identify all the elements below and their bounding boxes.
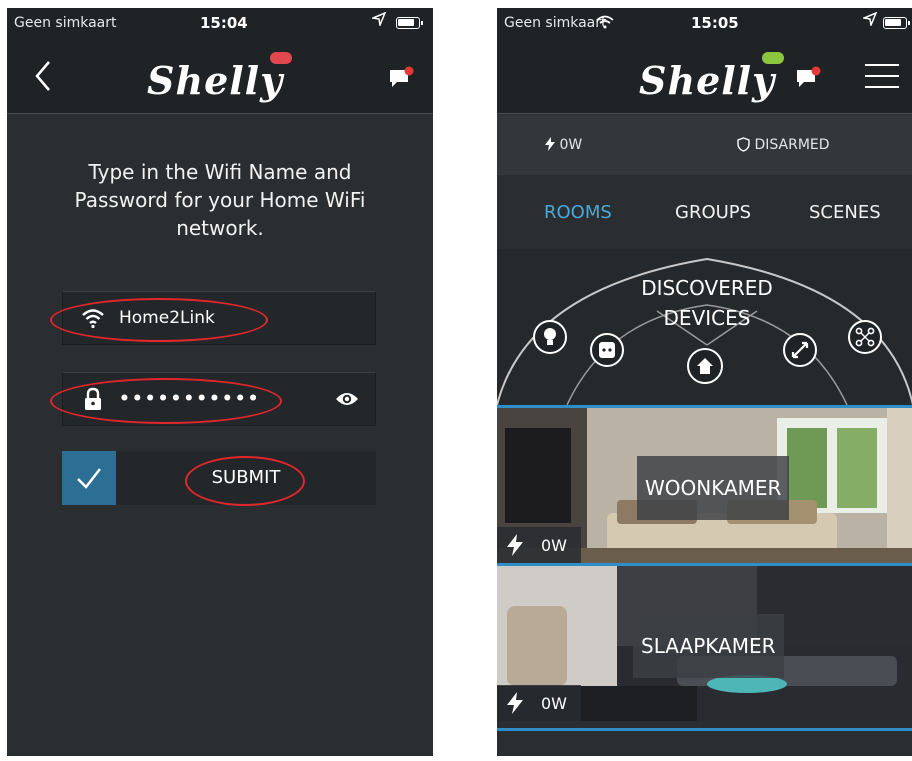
annotation-oval-submit (185, 456, 305, 506)
room-name-slaapkamer: SLAAPKAMER (633, 614, 784, 678)
clock: 15:05 (691, 14, 739, 32)
bottom-bar (497, 728, 912, 756)
eye-icon[interactable] (335, 389, 359, 409)
plug-icon (590, 333, 624, 367)
hamburger-menu-icon[interactable] (865, 64, 899, 90)
checkmark-icon (77, 468, 101, 489)
tab-groups[interactable]: GROUPS (675, 202, 751, 223)
notification-chat-icon[interactable] (795, 66, 821, 90)
discovered-devices-title: DISCOVERED DEVICES (641, 276, 773, 330)
battery-icon (883, 17, 910, 29)
app-header: Shelly (497, 38, 912, 114)
bolt-icon (545, 137, 555, 151)
location-arrow-icon (372, 12, 386, 26)
wifi-setup-screen: Geen simkaart 15:04 Shelly Type in the W… (7, 8, 433, 756)
instructions-text: Type in the Wifi Name and Password for y… (74, 160, 366, 240)
location-arrow-icon (863, 12, 877, 26)
bolt-icon (507, 692, 523, 714)
room-power-slaapkamer: 0W (497, 685, 581, 721)
wifi-status-icon (596, 15, 614, 29)
tab-scenes[interactable]: SCENES (809, 202, 881, 223)
status-summary-row: 0W DISARMED (497, 115, 912, 175)
carrier-label: Geen simkaart (504, 15, 607, 31)
notification-chat-icon[interactable] (388, 66, 414, 90)
alarm-status[interactable]: DISARMED (737, 137, 830, 153)
shelly-logo: Shelly (639, 58, 776, 103)
network-nodes-icon (848, 320, 882, 354)
app-header: Shelly (7, 38, 433, 114)
total-power: 0W (545, 137, 582, 153)
logo-cloud-icon (762, 52, 784, 64)
room-power-woonkamer: 0W (497, 527, 581, 563)
discovered-devices-panel[interactable]: DISCOVERED DEVICES (497, 249, 912, 405)
tab-bar: ROOMS GROUPS SCENES (497, 175, 912, 249)
battery-icon (396, 17, 423, 29)
shield-icon (737, 137, 750, 152)
room-card-woonkamer[interactable]: WOONKAMER 0W (497, 405, 912, 563)
room-power-value: 0W (541, 694, 567, 713)
status-bar: Geen simkaart 15:05 (497, 8, 912, 38)
carrier-label: Geen simkaart (14, 15, 117, 31)
bolt-icon (507, 534, 523, 556)
room-power-value: 0W (541, 536, 567, 555)
back-chevron-icon[interactable] (29, 56, 59, 96)
alarm-status-value: DISARMED (754, 137, 830, 153)
logo-cloud-icon (270, 52, 292, 64)
tab-rooms[interactable]: ROOMS (544, 202, 612, 223)
annotation-oval-wifi (50, 298, 268, 342)
roller-shutter-icon (783, 333, 817, 367)
total-power-value: 0W (559, 137, 583, 153)
clock: 15:04 (200, 14, 248, 32)
rooms-screen: Geen simkaart 15:05 Shelly 0W DISARMED R… (497, 8, 912, 756)
room-card-slaapkamer[interactable]: SLAAPKAMER 0W (497, 563, 912, 721)
home-icon (687, 348, 723, 384)
shelly-logo: Shelly (147, 58, 284, 103)
annotation-oval-password (50, 378, 282, 424)
room-name-woonkamer: WOONKAMER (637, 456, 790, 520)
status-bar: Geen simkaart 15:04 (7, 8, 433, 38)
confirm-checkbox[interactable] (62, 451, 116, 505)
bulb-icon (533, 320, 567, 354)
